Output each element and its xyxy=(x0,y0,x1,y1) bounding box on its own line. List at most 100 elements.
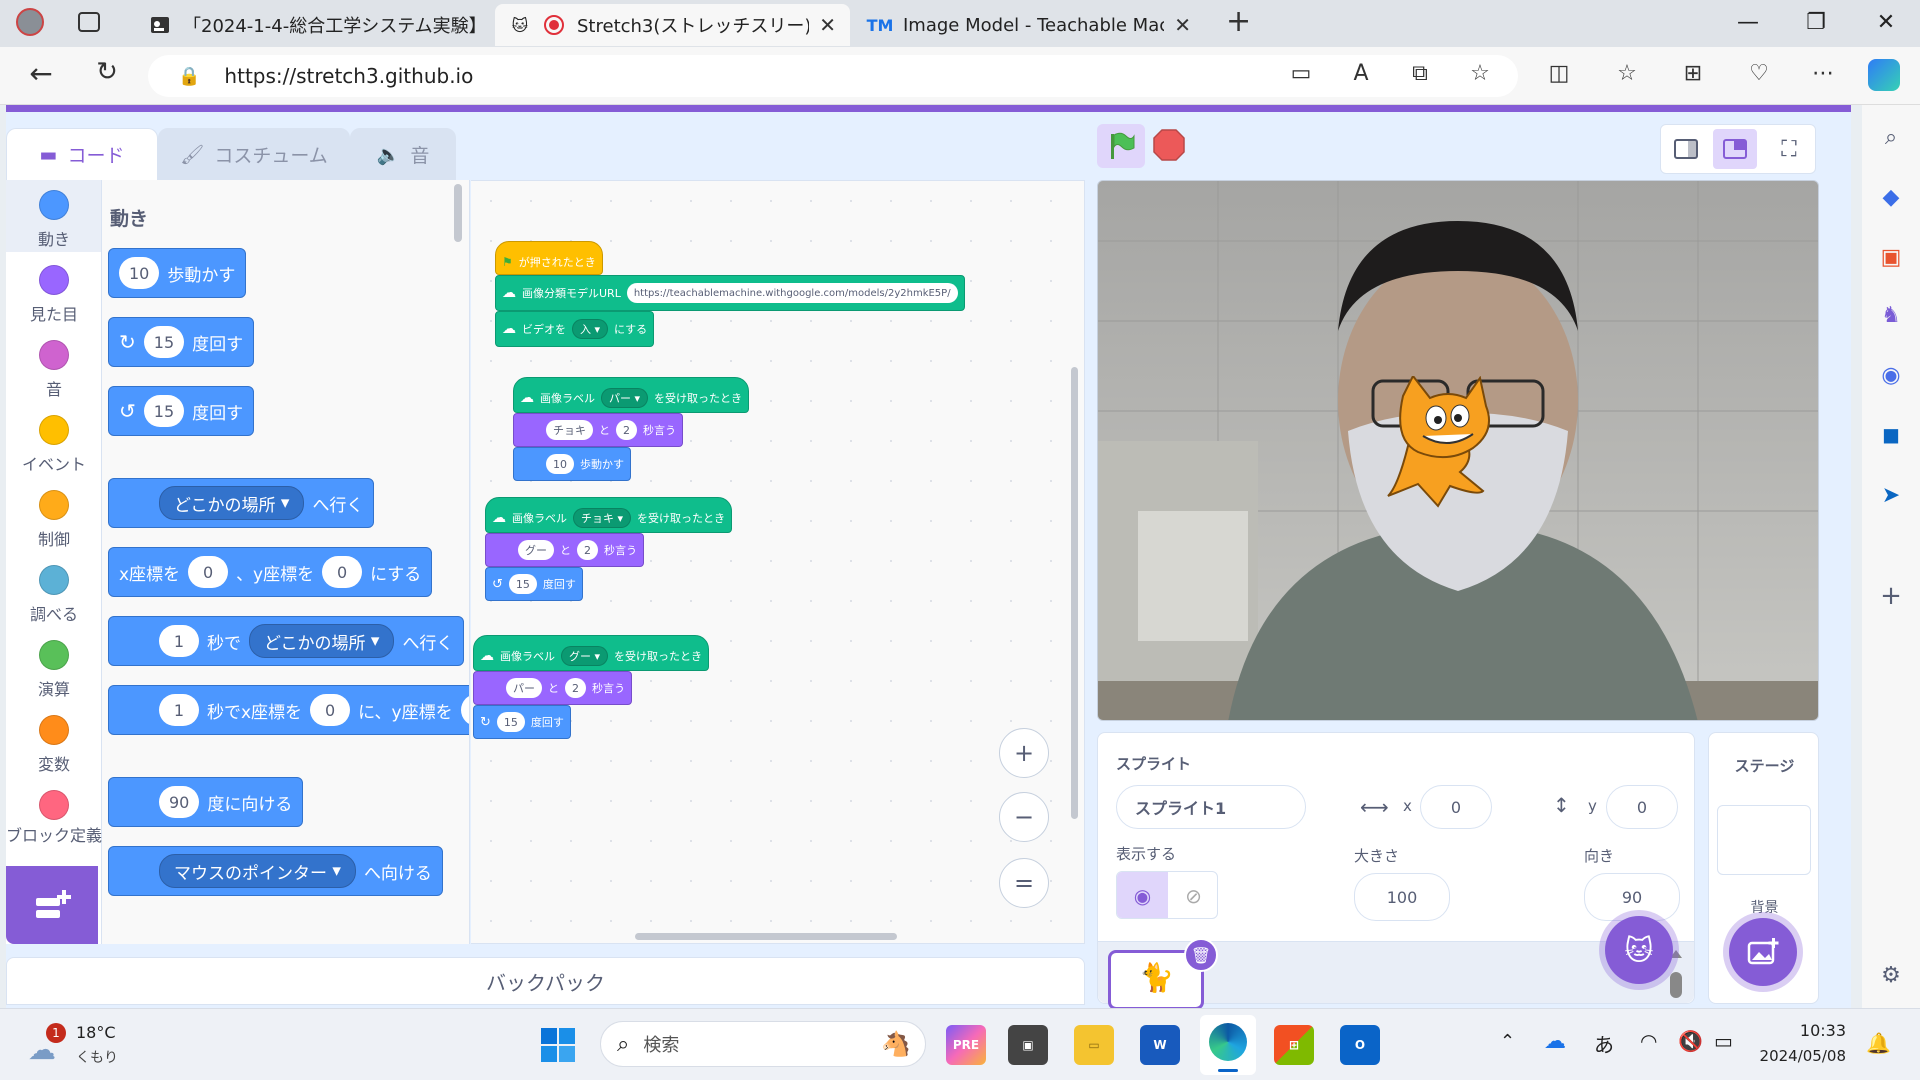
when-flag-clicked-block[interactable]: ⚑ が押されたとき xyxy=(495,241,603,275)
degrees-input[interactable]: 15 xyxy=(143,395,185,427)
backpack[interactable]: バックパック xyxy=(6,957,1085,1005)
choose-backdrop-button[interactable] xyxy=(1729,918,1797,986)
tab-code[interactable]: ▬ コード xyxy=(6,128,158,180)
send-icon[interactable]: ➤ xyxy=(1862,483,1920,508)
say-for-secs-block[interactable]: チョキ と 2 秒言う xyxy=(513,413,683,447)
seconds-input[interactable]: 1 xyxy=(159,694,199,726)
label-dropdown[interactable]: パー ▾ xyxy=(601,388,649,408)
video-state-dropdown[interactable]: 入 ▾ xyxy=(572,319,609,339)
label-dropdown[interactable]: グー ▾ xyxy=(561,646,609,666)
browser-tab-doc[interactable]: 「2024-1-4-総合工学システム実験】 xyxy=(135,4,491,46)
zoom-reset-button[interactable]: = xyxy=(999,858,1049,908)
search-icon[interactable]: ⌕ xyxy=(1862,125,1920,150)
close-window-button[interactable]: ✕ xyxy=(1866,10,1906,35)
script-workspace[interactable]: ⚑ が押されたとき ☁ 画像分類モデルURL https://teachable… xyxy=(471,180,1085,944)
seconds-input[interactable]: 1 xyxy=(159,625,199,657)
close-tab-icon[interactable]: ✕ xyxy=(1174,13,1191,37)
browser-tab-stretch3[interactable]: 🐱 Stretch3(ストレッチスリー) ✕ xyxy=(495,4,850,46)
read-aloud-icon[interactable]: A xyxy=(1346,61,1376,86)
stage-thumbnail[interactable] xyxy=(1717,805,1811,875)
block-turn-left[interactable]: ↺ 15 度回す xyxy=(108,386,255,436)
category-events[interactable]: イベント xyxy=(6,415,102,475)
start-button[interactable] xyxy=(540,1027,576,1063)
degrees-input[interactable]: 15 xyxy=(496,712,525,732)
add-extension-button[interactable] xyxy=(6,866,98,944)
large-stage-button[interactable] xyxy=(1713,129,1757,169)
steps-input[interactable]: 10 xyxy=(546,454,574,474)
show-sprite-button[interactable]: ◉ xyxy=(1117,872,1168,918)
say-secs-input[interactable]: 2 xyxy=(616,420,637,440)
block-goto[interactable]: どこかの場所 ▾ へ行く xyxy=(108,478,375,528)
y-input[interactable]: 0 xyxy=(322,556,363,588)
goto-target-dropdown[interactable]: どこかの場所 ▾ xyxy=(159,486,305,520)
onedrive-icon[interactable]: ☁ xyxy=(1544,1029,1566,1054)
category-control[interactable]: 制御 xyxy=(6,490,102,550)
move-steps-block[interactable]: 10 歩動かす xyxy=(513,447,631,481)
degrees-input[interactable]: 15 xyxy=(143,326,185,358)
zoom-in-button[interactable]: + xyxy=(999,728,1049,778)
notification-bell-icon[interactable]: 🔔 xyxy=(1866,1031,1891,1055)
task-view-app[interactable]: ▣ xyxy=(1008,1025,1048,1065)
workspace-hscrollbar[interactable] xyxy=(635,933,897,940)
block-point-towards[interactable]: マウスのポインター ▾ へ向ける xyxy=(108,846,443,896)
block-point-direction[interactable]: 90 度に向ける xyxy=(108,777,304,827)
file-explorer-app[interactable]: ▭ xyxy=(1074,1025,1114,1065)
collections-icon[interactable]: ⊞ xyxy=(1678,61,1708,86)
model-url-block[interactable]: ☁ 画像分類モデルURL https://teachablemachine.wi… xyxy=(495,275,965,311)
games-icon[interactable]: ♞ xyxy=(1862,303,1920,328)
x-input[interactable]: 0 xyxy=(310,694,351,726)
outlook-new-app[interactable]: O xyxy=(1340,1025,1380,1065)
outlook-icon[interactable]: ◼ xyxy=(1862,423,1920,448)
clock-date[interactable]: 2024/05/08 xyxy=(1746,1047,1846,1065)
say-text-input[interactable]: パー xyxy=(506,678,542,698)
choose-sprite-button[interactable]: 🐱 xyxy=(1605,916,1673,984)
refresh-icon[interactable]: ↻ xyxy=(92,57,122,87)
y-input[interactable]: ( xyxy=(460,694,469,726)
turn-left-block[interactable]: ↺ 15 度回す xyxy=(485,567,583,601)
word-app[interactable]: W xyxy=(1140,1025,1180,1065)
block-turn-right[interactable]: ↻ 15 度回す xyxy=(108,317,255,367)
split-screen-icon[interactable]: ◫ xyxy=(1544,61,1574,86)
size-input[interactable]: 100 xyxy=(1354,873,1450,921)
glide-target-dropdown[interactable]: どこかの場所 ▾ xyxy=(249,624,395,658)
category-sound[interactable]: 音 xyxy=(6,340,102,400)
direction-input[interactable]: 90 xyxy=(159,786,200,818)
say-for-secs-block[interactable]: パー と 2 秒言う xyxy=(473,671,632,705)
browser-essentials-icon[interactable]: ♡ xyxy=(1744,61,1774,86)
store-app[interactable]: ⊞ xyxy=(1274,1025,1314,1065)
label-dropdown[interactable]: チョキ ▾ xyxy=(573,508,632,528)
direction-input[interactable]: 90 xyxy=(1584,873,1680,921)
clock-time[interactable]: 10:33 xyxy=(1760,1021,1846,1040)
edge-app-active[interactable] xyxy=(1200,1015,1256,1075)
sidebar-settings-icon[interactable]: ⚙ xyxy=(1862,963,1920,988)
zoom-out-button[interactable]: − xyxy=(999,792,1049,842)
copilot-pre-app[interactable]: PRE xyxy=(946,1025,986,1065)
category-looks[interactable]: 見た目 xyxy=(6,265,102,325)
ime-indicator[interactable]: あ xyxy=(1594,1029,1614,1058)
x-input[interactable]: 0 xyxy=(188,556,229,588)
label-received-hat-block[interactable]: ☁ 画像ラベル チョキ ▾ を受け取ったとき xyxy=(485,497,733,533)
say-text-input[interactable]: チョキ xyxy=(546,420,593,440)
close-tab-icon[interactable]: ✕ xyxy=(819,13,836,37)
tools-icon[interactable]: ▣ xyxy=(1862,245,1920,270)
say-secs-input[interactable]: 2 xyxy=(565,678,586,698)
browser-tab-teachable[interactable]: TM Image Model - Teachable Machine ✕ xyxy=(855,4,1205,46)
x-position-input[interactable]: 0 xyxy=(1420,785,1492,829)
app-install-icon[interactable]: ⧉ xyxy=(1405,61,1435,86)
profile-avatar[interactable] xyxy=(16,8,44,36)
sprite-name-input[interactable]: スプライト1 xyxy=(1116,785,1306,829)
say-for-secs-block[interactable]: グー と 2 秒言う xyxy=(485,533,644,567)
category-motion[interactable]: 動き xyxy=(6,190,102,250)
stop-button[interactable] xyxy=(1152,128,1188,164)
more-menu-icon[interactable]: ⋯ xyxy=(1808,61,1838,86)
weather-widget[interactable]: ☁ 1 xyxy=(28,1023,68,1066)
palette-scrollbar[interactable] xyxy=(454,184,462,242)
minimize-button[interactable]: — xyxy=(1728,10,1768,35)
small-stage-button[interactable] xyxy=(1665,129,1707,169)
block-move-steps[interactable]: 10 歩動かす xyxy=(108,248,247,298)
cat-sprite[interactable] xyxy=(1378,376,1498,516)
label-received-hat-block[interactable]: ☁ 画像ラベル パー ▾ を受け取ったとき xyxy=(513,377,750,413)
degrees-input[interactable]: 15 xyxy=(508,574,537,594)
tab-costumes[interactable]: 🖌 コスチューム xyxy=(158,128,350,180)
block-goto-xy[interactable]: x座標を 0 、y座標を 0 にする xyxy=(108,547,433,597)
